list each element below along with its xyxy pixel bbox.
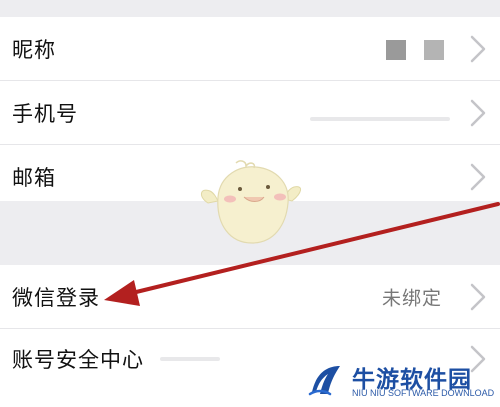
top-band: [0, 0, 500, 17]
chevron-right-icon: [470, 99, 486, 126]
row-email-label: 邮箱: [12, 165, 56, 190]
chevron-right-icon: [470, 163, 486, 190]
mascot-chick-icon: [201, 160, 301, 244]
niuyou-logo-icon: [308, 366, 340, 396]
chevron-right-icon: [470, 283, 486, 310]
watermark-subtitle: NIU NIU SOFTWARE DOWNLOAD: [352, 388, 495, 398]
watermark: 牛游软件园 NIU NIU SOFTWARE DOWNLOAD: [302, 358, 495, 404]
blur-artifact: [160, 357, 220, 361]
row-wechat-login[interactable]: 微信登录 未绑定: [0, 265, 500, 329]
wechat-bind-status: 未绑定: [381, 287, 442, 309]
row-phone-label: 手机号: [12, 101, 78, 126]
row-nickname-label: 昵称: [12, 37, 56, 62]
row-account-security-label: 账号安全中心: [12, 348, 144, 372]
row-nickname[interactable]: 昵称: [0, 17, 500, 81]
row-wechat-login-label: 微信登录: [12, 285, 100, 310]
row-phone[interactable]: 手机号: [0, 81, 500, 145]
blurred-avatar-pixel: [424, 40, 444, 60]
blurred-phone-number: [310, 117, 450, 121]
chevron-right-icon: [470, 35, 486, 62]
blurred-avatar-pixel: [386, 40, 406, 60]
